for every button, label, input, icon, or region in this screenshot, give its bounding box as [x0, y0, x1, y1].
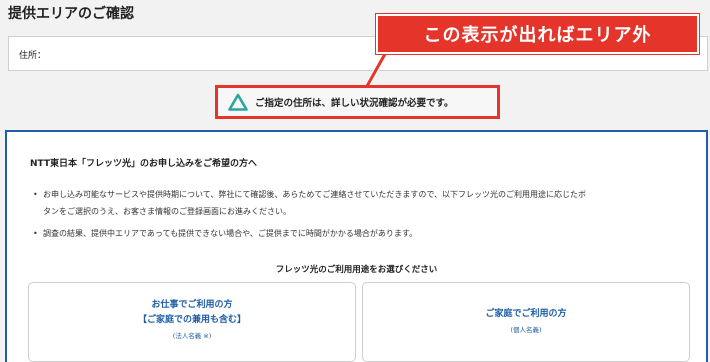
business-use-button[interactable]: お仕事でご利用の方 【ご家庭での兼用も含む】 (法人名義 ※)	[28, 282, 356, 362]
note-line: お申し込み可能なサービスや提供時期について、弊社にて確認後、あらためてご連絡させ…	[43, 190, 587, 199]
list-item: • お申し込み可能なサービスや提供時期について、弊社にて確認後、あらためてご連絡…	[33, 186, 693, 220]
choose-usage-heading: フレッツ光のご利用用途をお選びください	[275, 265, 438, 275]
business-title-line1: お仕事でご利用の方	[151, 300, 233, 310]
notes-list: • お申し込み可能なサービスや提供時期について、弊社にて確認後、あらためてご連絡…	[33, 186, 693, 242]
business-title-line2: 【ご家庭での兼用も含む】	[137, 315, 246, 325]
bullet: •	[33, 190, 38, 199]
address-label: 住所：	[19, 51, 47, 61]
list-item: • 調査の結果、提供中エリアであっても提供できない場合や、ご提供までに時間がかか…	[33, 225, 693, 242]
note-line: 調査の結果、提供中エリアであっても提供できない場合や、ご提供までに時間がかかる場…	[43, 229, 418, 238]
triangle-icon	[228, 93, 248, 111]
panel-heading: NTT東日本「フレッツ光」のお申し込みをご希望の方へ	[30, 159, 258, 169]
page-title: 提供エリアのご確認	[8, 6, 134, 22]
annotation-callout: この表示が出ればエリア外	[375, 13, 700, 55]
area-status-notice: ご指定の住所は、詳しい状況確認が必要です。	[215, 85, 500, 119]
business-subtitle: (法人名義 ※)	[172, 332, 212, 340]
status-message: ご指定の住所は、詳しい状況確認が必要です。	[255, 98, 454, 109]
application-panel: NTT東日本「フレッツ光」のお申し込みをご希望の方へ • お申し込み可能なサービ…	[5, 130, 708, 362]
home-title: ご家庭でご利用の方	[485, 309, 567, 319]
home-subtitle: (個人名義)	[510, 326, 542, 334]
note-text: お申し込み可能なサービスや提供時期について、弊社にて確認後、あらためてご連絡させ…	[43, 186, 586, 220]
home-use-button[interactable]: ご家庭でご利用の方 (個人名義)	[362, 282, 690, 362]
bullet: •	[33, 229, 38, 238]
note-line: タンをご選択のうえ、お客さま情報のご登録画面にお進みください。	[43, 207, 291, 216]
